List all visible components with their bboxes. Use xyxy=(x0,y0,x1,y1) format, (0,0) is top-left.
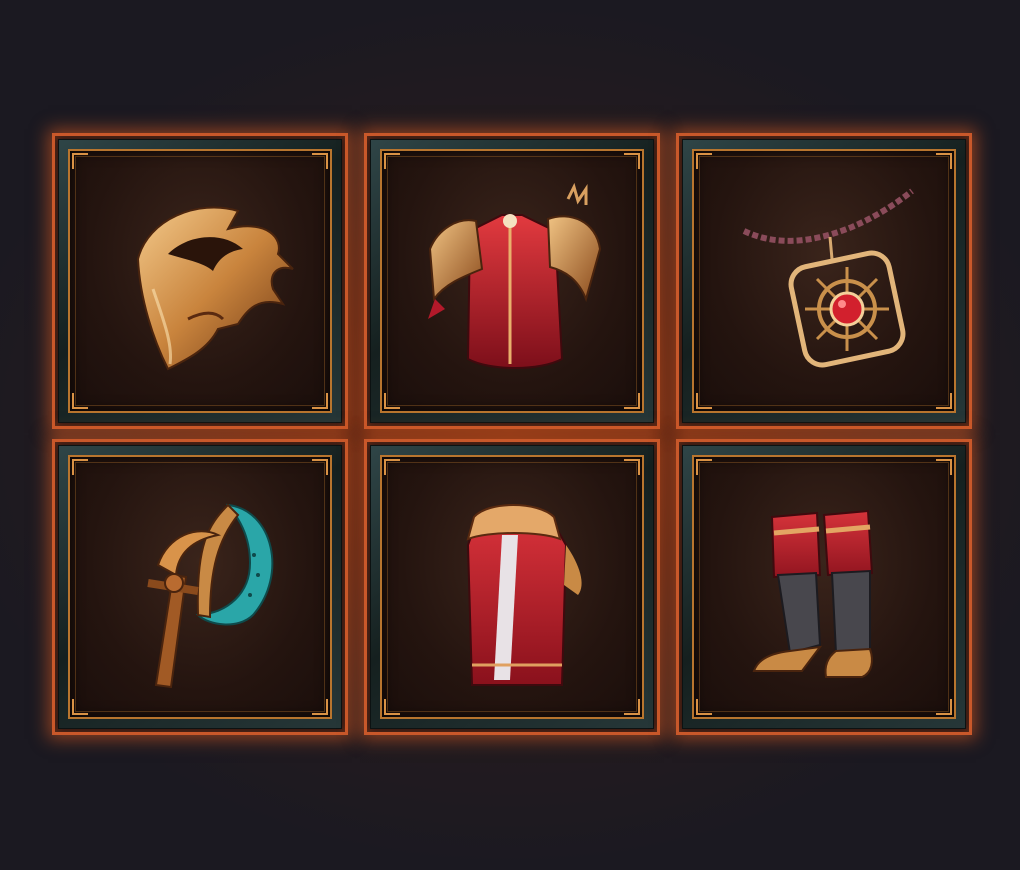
equipment-grid xyxy=(52,133,972,735)
scythe-axe-icon xyxy=(78,465,322,709)
slot-chest[interactable] xyxy=(364,133,660,429)
slot-weapon[interactable] xyxy=(52,439,348,735)
amulet-icon xyxy=(702,159,946,403)
slot-helm[interactable] xyxy=(52,133,348,429)
slot-amulet[interactable] xyxy=(676,133,972,429)
pants-icon xyxy=(390,465,634,709)
helm-icon xyxy=(78,159,322,403)
chest-armor-icon xyxy=(390,159,634,403)
slot-legs[interactable] xyxy=(364,439,660,735)
slot-boots[interactable] xyxy=(676,439,972,735)
boots-icon xyxy=(702,465,946,709)
inventory-screen xyxy=(0,0,1020,870)
